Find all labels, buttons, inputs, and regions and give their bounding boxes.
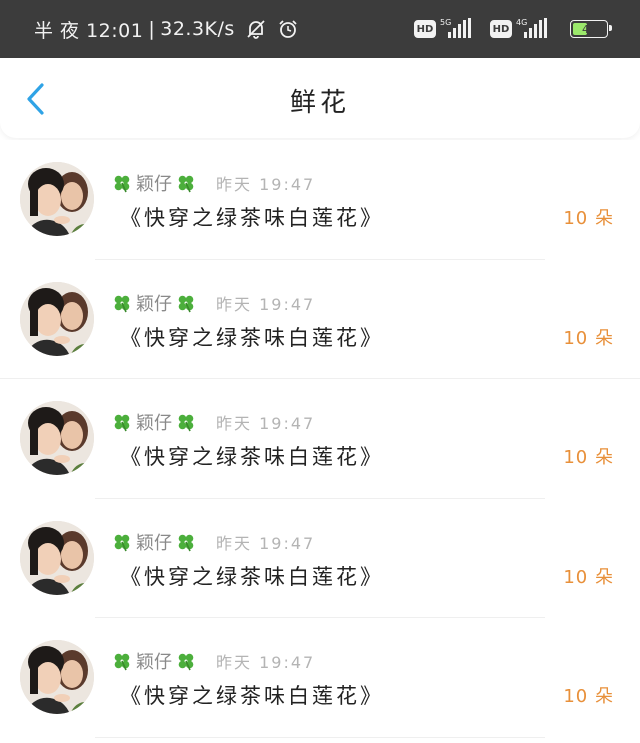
flower-amount: 10 朵 <box>563 447 614 468</box>
avatar[interactable] <box>20 520 94 595</box>
hd-badge-2: HD <box>490 20 512 38</box>
sender-row: 颖仔 昨天 19:47 <box>112 409 315 435</box>
status-left: 半 夜 12:01 | 32.3K/s <box>34 14 299 44</box>
sender-name: 颖仔 <box>136 652 172 673</box>
avatar[interactable] <box>20 401 94 475</box>
status-divider: | <box>148 18 156 40</box>
clover-icon <box>112 651 132 671</box>
clover-icon <box>176 651 196 671</box>
record-time: 昨天 19:47 <box>216 653 316 672</box>
clover-icon <box>112 532 132 552</box>
book-title[interactable]: 《快穿之绿茶味白莲花》 <box>120 322 384 352</box>
book-title[interactable]: 《快穿之绿茶味白莲花》 <box>120 441 384 471</box>
flower-amount: 10 朵 <box>563 566 614 588</box>
clover-icon <box>112 293 132 313</box>
avatar[interactable] <box>20 281 94 356</box>
avatar[interactable] <box>20 162 94 236</box>
clover-icon <box>112 173 132 193</box>
avatar-photo <box>20 281 94 356</box>
sender-row: 颖仔 昨天 19:47 <box>112 529 315 555</box>
list-item[interactable]: 颖仔 昨天 19:47 《快穿之绿茶味白莲花》 10 朵 <box>0 140 640 260</box>
clover-icon <box>176 412 196 432</box>
list-item[interactable]: 颖仔 昨天 19:47 《快穿之绿茶味白莲花》 10 朵 <box>0 618 640 738</box>
divider <box>95 736 545 738</box>
flower-amount: 10 朵 <box>563 686 614 707</box>
flower-amount: 10 朵 <box>563 327 614 349</box>
app-header: 鲜花 <box>0 58 640 138</box>
sender-row: 颖仔 昨天 19:47 <box>112 648 315 674</box>
signal-4g-icon: 4G <box>516 18 556 40</box>
avatar-photo <box>20 640 94 714</box>
avatar[interactable] <box>20 640 94 714</box>
book-title[interactable]: 《快穿之绿茶味白莲花》 <box>120 202 384 232</box>
status-bar: 半 夜 12:01 | 32.3K/s HD 5G HD 4G 48 <box>0 0 640 58</box>
page-title: 鲜花 <box>289 88 350 118</box>
sender-row: 颖仔 昨天 19:47 <box>112 170 315 196</box>
clover-icon <box>176 532 196 552</box>
record-time: 昨天 19:47 <box>216 414 316 433</box>
list-item[interactable]: 颖仔 昨天 19:47 《快穿之绿茶味白莲花》 10 朵 <box>0 260 640 379</box>
gift-record-list: 颖仔 昨天 19:47 《快穿之绿茶味白莲花》 10 朵 颖仔 昨天 19:47… <box>0 140 640 738</box>
alarm-icon <box>277 18 299 40</box>
sender-name: 颖仔 <box>136 532 172 554</box>
hd-badge-1: HD <box>414 20 436 38</box>
signal-5g-icon: 5G <box>440 18 480 40</box>
clover-icon <box>176 293 196 313</box>
avatar-photo <box>20 520 94 595</box>
status-net-speed: 32.3K/s <box>160 18 235 40</box>
bell-off-icon <box>245 18 267 40</box>
list-item[interactable]: 颖仔 昨天 19:47 《快穿之绿茶味白莲花》 10 朵 <box>0 499 640 618</box>
book-title[interactable]: 《快穿之绿茶味白莲花》 <box>120 680 384 710</box>
avatar-photo <box>20 401 94 475</box>
battery-level: 48 <box>582 22 596 36</box>
clover-icon <box>176 173 196 193</box>
status-time: 半 夜 12:01 <box>34 19 144 42</box>
record-time: 昨天 19:47 <box>216 175 316 194</box>
status-right: HD 5G HD 4G 48 <box>414 14 612 44</box>
sender-row: 颖仔 昨天 19:47 <box>112 290 315 316</box>
sender-name: 颖仔 <box>136 174 172 195</box>
sender-name: 颖仔 <box>136 413 172 434</box>
battery-icon: 48 <box>570 20 612 38</box>
record-time: 昨天 19:47 <box>216 294 316 314</box>
clover-icon <box>112 412 132 432</box>
sender-name: 颖仔 <box>136 293 172 315</box>
avatar-photo <box>20 162 94 236</box>
book-title[interactable]: 《快穿之绿茶味白莲花》 <box>120 561 384 591</box>
record-time: 昨天 19:47 <box>216 533 316 553</box>
flower-amount: 10 朵 <box>563 208 614 229</box>
list-item[interactable]: 颖仔 昨天 19:47 《快穿之绿茶味白莲花》 10 朵 <box>0 379 640 499</box>
